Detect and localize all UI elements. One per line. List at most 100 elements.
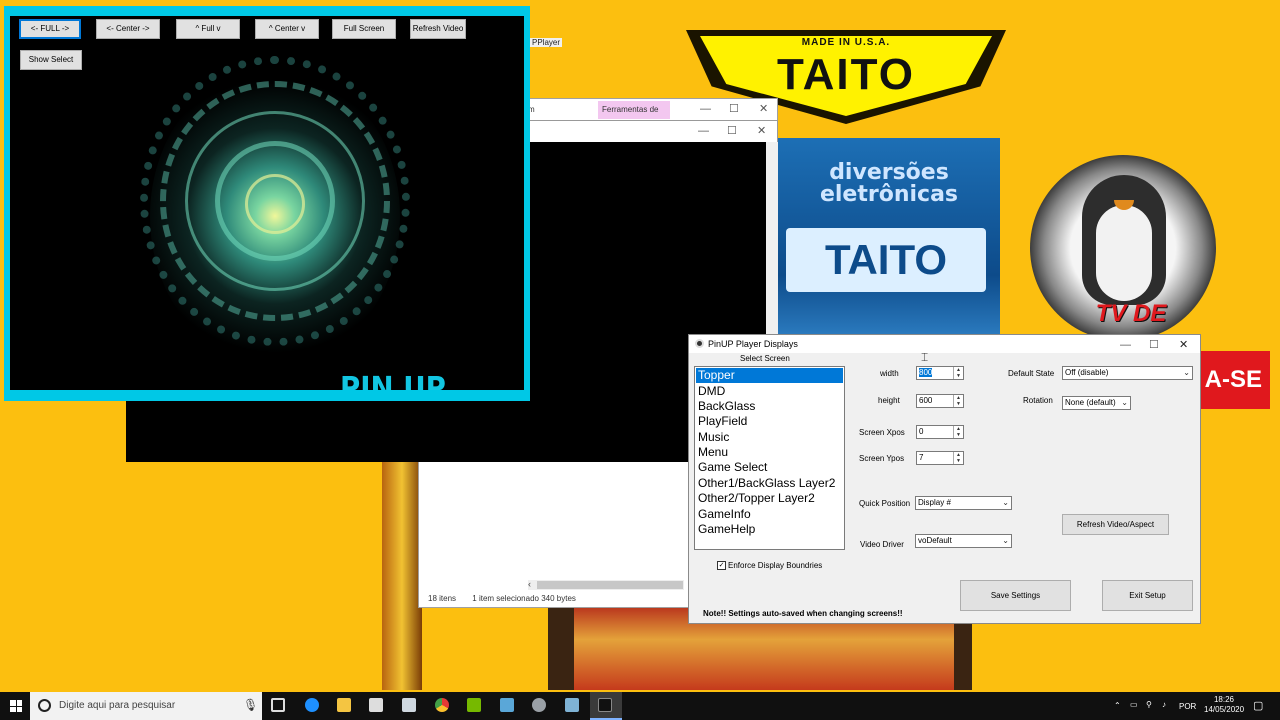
app-icon-3[interactable] (565, 698, 579, 712)
screen-listbox[interactable]: Topper DMD BackGlass PlayField Music Men… (694, 366, 845, 550)
full-screen-button[interactable]: Full Screen (332, 19, 396, 39)
language-indicator[interactable]: POR (1179, 702, 1196, 711)
taito-made-text: MADE IN U.S.A. (801, 37, 891, 48)
diversoes-line2: eletrônicas (819, 182, 959, 207)
rotation-label: Rotation (1023, 396, 1053, 405)
exit-setup-button[interactable]: Exit Setup (1102, 580, 1193, 611)
quick-position-select[interactable]: Display # ⌄ (915, 496, 1012, 510)
screen-item-other1[interactable]: Other1/BackGlass Layer2 (696, 476, 843, 491)
xpos-spinner[interactable]: 0 ▲ ▼ (916, 425, 964, 439)
explorer-ribbon-tab[interactable]: Ferramentas de A... (598, 101, 670, 132)
rotation-select[interactable]: None (default) ⌄ (1062, 396, 1131, 410)
explorer-selection-info: 1 item selecionado 340 bytes (472, 594, 576, 603)
task-view-icon[interactable] (271, 698, 285, 712)
rotation-value: None (default) (1065, 398, 1116, 407)
explorer-minimize-icon[interactable]: — (700, 101, 711, 117)
dialog-close-icon[interactable]: ✕ (1179, 337, 1188, 353)
mouse-cursor-icon: ⌶ (921, 350, 929, 364)
screen-item-playfield[interactable]: PlayField (696, 414, 843, 429)
edge-icon[interactable] (305, 698, 319, 712)
app-icon (695, 339, 704, 348)
quick-position-chevron-down-icon: ⌄ (1002, 498, 1009, 507)
mail-icon[interactable] (402, 698, 416, 712)
black-backdrop-panel (126, 396, 688, 462)
pinup-video-view: PIN UP PLAYER (10, 16, 524, 390)
select-screen-label: Select Screen (740, 354, 790, 363)
refresh-video-button[interactable]: Refresh Video (410, 19, 466, 39)
width-spinner[interactable]: 800 ▲ ▼ (916, 366, 964, 380)
windows-start-icon[interactable] (10, 700, 22, 712)
ypos-label: Screen Ypos (859, 454, 905, 463)
full-horizontal-button[interactable]: <- FULL -> (19, 19, 81, 39)
dialog-minimize-icon[interactable]: — (1120, 337, 1131, 353)
clock-date: 14/05/2020 (1204, 705, 1245, 714)
explorer-scroll-thumb[interactable] (537, 581, 683, 589)
screen-item-backglass[interactable]: BackGlass (696, 399, 843, 414)
microphone-icon[interactable]: 🎙 (243, 698, 258, 712)
cortana-icon[interactable] (38, 699, 51, 712)
inner-minimize-icon[interactable]: — (698, 123, 709, 139)
app-icon-1[interactable] (500, 698, 514, 712)
explorer-maximize-icon[interactable]: ☐ (729, 101, 739, 117)
pinup-logo-text: PIN UP PLAYER (340, 371, 446, 390)
screen-item-dmd[interactable]: DMD (696, 384, 843, 399)
app-icon-2[interactable] (532, 698, 546, 712)
pinball-leg-left (548, 606, 574, 690)
taskbar-clock[interactable]: 18:26 14/05/2020 (1204, 695, 1244, 715)
quick-position-value: Display # (918, 498, 951, 507)
screen-item-gameinfo[interactable]: GameInfo (696, 507, 843, 522)
partial-window-label: PPlayer (530, 38, 563, 47)
ypos-spin-arrows-icon[interactable]: ▲ ▼ (953, 452, 963, 464)
default-state-select[interactable]: Off (disable) ⌄ (1062, 366, 1193, 380)
notification-icon[interactable]: ▢ (1253, 699, 1263, 712)
store-icon[interactable] (369, 698, 383, 712)
explorer-close-icon[interactable]: ✕ (759, 101, 768, 117)
center-horizontal-button[interactable]: <- Center -> (96, 19, 160, 39)
inner-close-icon[interactable]: ✕ (757, 123, 766, 139)
screen-item-music[interactable]: Music (696, 430, 843, 445)
file-explorer-icon[interactable] (337, 698, 351, 712)
red-banner: A-SE (1200, 351, 1270, 409)
screen-item-topper[interactable]: Topper (696, 368, 843, 383)
nvidia-icon[interactable] (467, 698, 481, 712)
full-vertical-button[interactable]: ^ Full v (176, 19, 240, 39)
explorer-item-count: 18 itens (428, 594, 457, 603)
screen-item-game-select[interactable]: Game Select (696, 460, 843, 475)
tray-chevron-up-icon[interactable]: ⌃ (1114, 701, 1121, 710)
enforce-boundaries-checkbox[interactable]: ✓ (717, 561, 726, 570)
video-driver-label: Video Driver (860, 540, 904, 549)
usb-icon[interactable]: ⚲ (1146, 700, 1152, 709)
default-state-chevron-down-icon: ⌄ (1183, 368, 1190, 377)
screen-item-other2[interactable]: Other2/Topper Layer2 (696, 491, 843, 506)
dialog-title: PinUP Player Displays (708, 339, 798, 349)
width-label: width (880, 369, 899, 378)
center-vertical-button[interactable]: ^ Center v (255, 19, 319, 39)
dialog-maximize-icon[interactable]: ☐ (1149, 337, 1159, 353)
network-icon[interactable]: ▭ (1130, 700, 1138, 709)
height-spin-arrows-icon[interactable]: ▲ ▼ (953, 395, 963, 407)
diversoes-line1: diversões (829, 160, 949, 185)
enforce-boundaries-label: Enforce Display Boundries (728, 561, 823, 570)
save-settings-button[interactable]: Save Settings (960, 580, 1071, 611)
screen-item-gamehelp[interactable]: GameHelp (696, 522, 843, 537)
taito-logo-text: TAITO (777, 50, 915, 99)
console-icon[interactable] (598, 698, 612, 712)
autosave-note: Note!! Settings auto-saved when changing… (703, 609, 903, 618)
inner-maximize-icon[interactable]: ☐ (727, 123, 737, 139)
refresh-video-aspect-button[interactable]: Refresh Video/Aspect (1062, 514, 1169, 535)
volume-icon[interactable]: ♪ (1162, 700, 1166, 709)
ypos-spinner[interactable]: 7 ▲ ▼ (916, 451, 964, 465)
taskbar-search-box[interactable]: Digite aqui para pesquisar (30, 692, 262, 720)
screen-item-menu[interactable]: Menu (696, 445, 843, 460)
clock-time: 18:26 (1213, 695, 1235, 704)
video-driver-select[interactable]: voDefault ⌄ (915, 534, 1012, 548)
xpos-spin-arrows-icon[interactable]: ▲ ▼ (953, 426, 963, 438)
penguin-belly (1096, 205, 1152, 301)
height-spinner[interactable]: 600 ▲ ▼ (916, 394, 964, 408)
show-select-button[interactable]: Show Select (20, 50, 82, 70)
rotation-chevron-down-icon: ⌄ (1121, 398, 1128, 407)
xpos-label: Screen Xpos (859, 428, 905, 437)
chrome-icon[interactable] (435, 698, 449, 712)
scroll-left-icon[interactable]: ‹ (528, 579, 531, 589)
width-spin-arrows-icon[interactable]: ▲ ▼ (953, 367, 963, 379)
